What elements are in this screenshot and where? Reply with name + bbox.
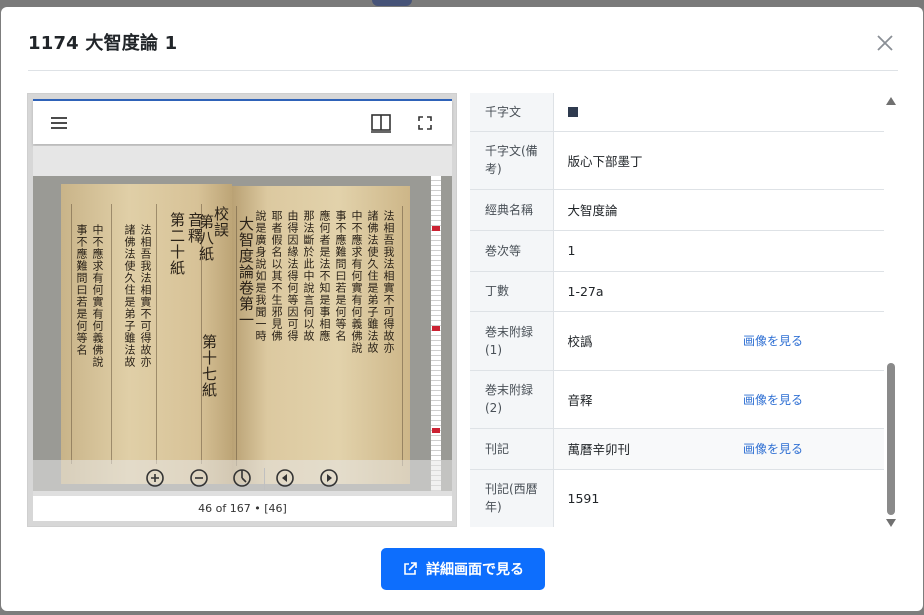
scan-text: 中不應求有何實有何義佛說: [91, 224, 103, 368]
scan-text: 法相吾我法相實不可得故亦: [139, 224, 151, 368]
scan-text: 應何者是法不知是事相應: [318, 210, 330, 342]
scan-ruler: [431, 176, 441, 491]
meta-value: 1591: [553, 468, 729, 527]
scroll-thumb[interactable]: [887, 363, 895, 515]
meta-key: 巻末附録(2): [470, 369, 554, 428]
controls-divider: [264, 468, 265, 490]
zoom-out-icon: [190, 469, 208, 487]
table-row: 千字文(備考) 版心下部墨丁: [470, 130, 884, 189]
scan-text: 法相吾我法相實不可得故亦: [382, 210, 394, 354]
meta-value: 校譌: [553, 310, 729, 370]
page-counter: 46 of 167 • [46]: [33, 496, 452, 521]
metadata-panel[interactable]: 千字文 千字文(備考) 版心下部墨丁 經典名稱 大智度論 巻次等 1 丁數 1-…: [470, 93, 884, 527]
header-divider: [28, 70, 898, 71]
meta-link: [729, 270, 884, 311]
meta-key: 千字文: [470, 93, 554, 131]
scanned-page-image[interactable]: 音釋 第二十紙 校誤 第八紙 第十七紙 法相吾我法相實不可得故亦 諸佛法使久住是…: [33, 176, 452, 491]
zoom-in-icon: [146, 469, 164, 487]
scan-text: 諸佛法使久住是弟子雖法故: [366, 210, 378, 354]
table-row: 千字文: [470, 93, 884, 131]
backdrop-element: [372, 0, 412, 6]
view-image-link[interactable]: 画像を見る: [729, 310, 884, 370]
table-row: 巻末附録(1) 校譌 画像を見る: [470, 310, 884, 370]
scroll-up-arrow-icon[interactable]: [886, 97, 896, 105]
meta-link: [729, 130, 884, 189]
meta-key: 刊記: [470, 427, 554, 469]
scroll-down-arrow-icon[interactable]: [886, 519, 896, 527]
scan-text: 第十七紙: [201, 334, 217, 398]
metadata-table: 千字文 千字文(備考) 版心下部墨丁 經典名稱 大智度論 巻次等 1 丁數 1-…: [470, 93, 884, 527]
image-viewer[interactable]: 音釋 第二十紙 校誤 第八紙 第十七紙 法相吾我法相實不可得故亦 諸佛法使久住是…: [27, 93, 457, 527]
meta-value: 版心下部墨丁: [553, 130, 729, 189]
book-open-icon: [371, 114, 391, 133]
menu-icon: [51, 117, 67, 129]
viewer-toolbar: [33, 99, 452, 144]
view-detail-label: 詳細画面で見る: [426, 562, 524, 578]
chevron-right-icon: [320, 469, 338, 487]
scan-text: 中不應求有何實有何義佛說: [350, 210, 362, 354]
filled-square-icon: [567, 107, 578, 118]
meta-link: [729, 229, 884, 271]
meta-key: 刊記(西暦年): [470, 468, 554, 527]
scan-text: 大智度論卷第一: [238, 216, 254, 328]
table-row: 刊記 萬曆辛卯刊 画像を見る: [470, 427, 884, 469]
table-row: 巻末附録(2) 音释 画像を見る: [470, 369, 884, 428]
close-icon: [877, 35, 893, 51]
record-modal: 1174 大智度論 1 音釋 第二十紙 校誤 第八紙 第十七紙 法相吾我法相實不…: [1, 7, 923, 611]
rotate-icon: [233, 469, 251, 487]
scan-text: 耶者假名以其不生邪見佛: [270, 210, 282, 342]
two-page-view-button[interactable]: [369, 111, 393, 135]
meta-value: 1-27a: [553, 270, 729, 311]
next-page-button[interactable]: [317, 466, 341, 490]
viewer-controls: [33, 460, 452, 496]
viewer-canvas-margin: [33, 146, 452, 176]
meta-value: 萬曆辛卯刊: [553, 427, 729, 469]
scan-text: 事不應難問曰若是何等名: [75, 224, 87, 356]
meta-key: 巻次等: [470, 229, 554, 271]
scan-text: 由得因緣法得何等因可得: [286, 210, 298, 342]
scan-left-page: 音釋 第二十紙 校誤 第八紙 第十七紙 法相吾我法相實不可得故亦 諸佛法使久住是…: [61, 184, 232, 484]
meta-value: 1: [553, 229, 729, 271]
meta-value: 大智度論: [553, 188, 729, 230]
scan-text: 諸佛法使久住是弟子雖法故: [123, 224, 135, 368]
viewer-menu-button[interactable]: [47, 111, 71, 135]
previous-page-button[interactable]: [273, 466, 297, 490]
fullscreen-icon: [418, 116, 432, 130]
view-image-link[interactable]: 画像を見る: [729, 427, 884, 469]
scan-text: 事不應難問曰若是何等名: [334, 210, 346, 342]
scan-text: 說是廣身說如是我聞一時: [254, 210, 266, 342]
metadata-scrollbar[interactable]: [885, 97, 897, 529]
meta-value: [553, 93, 729, 131]
meta-link: [729, 93, 884, 131]
scan-right-page: 大智度論卷第一 說是廣身說如是我聞一時 耶者假名以其不生邪見佛 由得因緣法得何等…: [232, 186, 410, 484]
modal-title: 1174 大智度論 1: [28, 33, 178, 54]
scan-text: 第八紙: [198, 214, 214, 262]
chevron-left-icon: [276, 469, 294, 487]
view-detail-button[interactable]: 詳細画面で見る: [381, 548, 545, 590]
meta-key: 經典名稱: [470, 188, 554, 230]
meta-link: [729, 468, 884, 527]
meta-key: 丁數: [470, 270, 554, 311]
table-row: 經典名稱 大智度論: [470, 188, 884, 230]
table-row: 巻次等 1: [470, 229, 884, 271]
zoom-in-button[interactable]: [143, 466, 167, 490]
table-row: 丁數 1-27a: [470, 270, 884, 311]
scan-text: 第二十紙: [169, 212, 185, 276]
rotate-button[interactable]: [230, 466, 254, 490]
meta-key: 巻末附録(1): [470, 310, 554, 370]
close-button[interactable]: [873, 31, 897, 55]
meta-key: 千字文(備考): [470, 130, 554, 189]
fullscreen-button[interactable]: [413, 111, 437, 135]
zoom-out-button[interactable]: [187, 466, 211, 490]
meta-value: 音释: [553, 369, 729, 428]
scan-text: 校誤: [213, 206, 229, 238]
table-row: 刊記(西暦年) 1591: [470, 468, 884, 527]
view-image-link[interactable]: 画像を見る: [729, 369, 884, 428]
meta-link: [729, 188, 884, 230]
external-link-icon: [404, 562, 417, 575]
scan-text: 那法斷於此中說言何以故: [302, 210, 314, 342]
